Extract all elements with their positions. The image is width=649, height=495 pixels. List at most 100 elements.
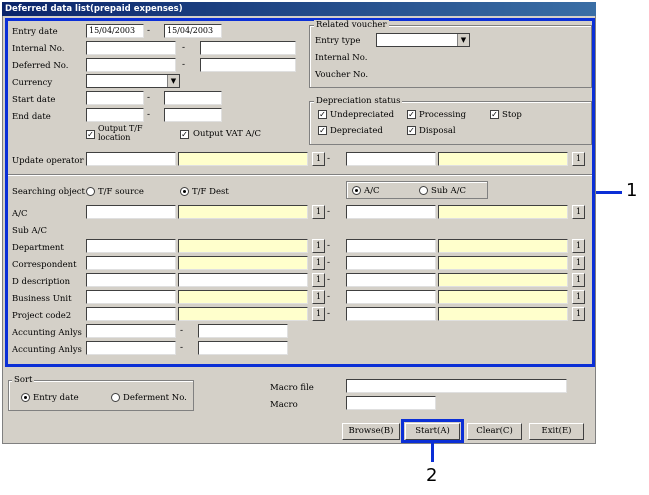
accounting-analysis-2-label: Accunting Anlys — [12, 345, 82, 355]
deferred-no-from-input[interactable] — [86, 58, 176, 72]
correspondent-label: Correspondent — [12, 260, 77, 270]
entry-date-label: Entry date — [12, 27, 58, 37]
stop-checkbox[interactable]: ✓ — [490, 110, 499, 119]
department-code-from[interactable] — [86, 239, 176, 253]
ac-lookup-from-button[interactable]: 1 — [312, 205, 325, 219]
d-description-name-from[interactable] — [178, 273, 308, 287]
project-code2-lookup-from-button[interactable]: 1 — [312, 307, 325, 321]
business-unit-code-to[interactable] — [346, 290, 436, 304]
accounting-analysis-2-to[interactable] — [198, 341, 288, 355]
end-date-from-input[interactable] — [86, 108, 144, 122]
disposal-label: Disposal — [419, 126, 456, 136]
internal-no-from-input[interactable] — [86, 41, 176, 55]
project-code2-code-to[interactable] — [346, 307, 436, 321]
ac-radio[interactable] — [352, 186, 361, 195]
ac-label: A/C — [12, 209, 28, 219]
department-code-to[interactable] — [346, 239, 436, 253]
project-code2-name-to — [438, 307, 568, 321]
d-description-lookup-from-button[interactable]: 1 — [312, 273, 325, 287]
entry-date-to-input[interactable]: 15/04/2003 — [164, 24, 222, 38]
d-description-label: D description — [12, 277, 71, 287]
chevron-down-icon: ▼ — [167, 75, 179, 87]
correspondent-lookup-to-button[interactable]: 1 — [572, 256, 585, 270]
accounting-analysis-1-dash: - — [180, 326, 184, 336]
ac-code-to[interactable] — [346, 205, 436, 219]
project-code2-code-from[interactable] — [86, 307, 176, 321]
deferred-no-dash: - — [182, 60, 186, 70]
end-date-to-input[interactable] — [164, 108, 222, 122]
d-description-code-from[interactable] — [86, 273, 176, 287]
tf-dest-radio[interactable] — [180, 187, 189, 196]
accounting-analysis-1-to[interactable] — [198, 324, 288, 338]
sort-entry-date-radio[interactable] — [21, 393, 30, 402]
start-button-highlight — [401, 419, 464, 443]
accounting-analysis-1-from[interactable] — [86, 324, 176, 338]
processing-checkbox[interactable]: ✓ — [407, 110, 416, 119]
macro-label: Macro — [270, 400, 298, 410]
sort-deferment-no-radio[interactable] — [111, 393, 120, 402]
update-operator-lookup-to-button[interactable]: 1 — [572, 152, 585, 166]
browse-button[interactable]: Browse(B) — [342, 423, 400, 440]
d-description-lookup-to-button[interactable]: 1 — [572, 273, 585, 287]
department-name-to — [438, 239, 568, 253]
d-description-name-to — [438, 273, 568, 287]
start-date-dash: - — [147, 93, 151, 103]
undepreciated-label: Undepreciated — [330, 110, 395, 120]
update-operator-name-to — [438, 152, 568, 166]
macro-input[interactable] — [346, 396, 436, 410]
accounting-analysis-1-label: Accunting Anlys — [12, 328, 82, 338]
tf-source-radio[interactable] — [86, 187, 95, 196]
business-unit-lookup-to-button[interactable]: 1 — [572, 290, 585, 304]
sort-title: Sort — [12, 375, 35, 385]
correspondent-lookup-from-button[interactable]: 1 — [312, 256, 325, 270]
depreciated-checkbox[interactable]: ✓ — [318, 126, 327, 135]
project-code2-lookup-to-button[interactable]: 1 — [572, 307, 585, 321]
business-unit-lookup-from-button[interactable]: 1 — [312, 290, 325, 304]
update-operator-code-to[interactable] — [346, 152, 436, 166]
d-description-code-to[interactable] — [346, 273, 436, 287]
ac-lookup-to-button[interactable]: 1 — [572, 205, 585, 219]
output-tf-location-checkbox[interactable]: ✓ — [86, 130, 95, 139]
end-date-label: End date — [12, 112, 51, 122]
currency-select[interactable]: ▼ — [86, 74, 180, 88]
deferred-no-label: Deferred No. — [12, 61, 69, 71]
macro-file-input[interactable] — [346, 379, 567, 393]
clear-button[interactable]: Clear(C) — [467, 423, 522, 440]
undepreciated-checkbox[interactable]: ✓ — [318, 110, 327, 119]
exit-button[interactable]: Exit(E) — [529, 423, 584, 440]
business-unit-dash: - — [327, 292, 331, 302]
callout-1-line — [596, 191, 622, 194]
entry-type-label: Entry type — [315, 36, 361, 46]
depreciated-label: Depreciated — [330, 126, 383, 136]
deferred-no-to-input[interactable] — [200, 58, 296, 72]
department-lookup-from-button[interactable]: 1 — [312, 239, 325, 253]
ac-code-from[interactable] — [86, 205, 176, 219]
sub-ac-radio-label: Sub A/C — [431, 186, 466, 196]
entry-type-select[interactable]: ▼ — [376, 33, 470, 47]
stop-label: Stop — [502, 110, 522, 120]
internal-no-to-input[interactable] — [200, 41, 296, 55]
correspondent-name-to — [438, 256, 568, 270]
business-unit-name-from — [178, 290, 308, 304]
update-operator-lookup-from-button[interactable]: 1 — [312, 152, 325, 166]
ac-name-to — [438, 205, 568, 219]
output-vat-ac-checkbox[interactable]: ✓ — [180, 130, 189, 139]
department-lookup-to-button[interactable]: 1 — [572, 239, 585, 253]
accounting-analysis-2-from[interactable] — [86, 341, 176, 355]
voucher-no-label: Voucher No. — [315, 70, 369, 80]
entry-date-from-input[interactable]: 15/04/2003 — [86, 24, 144, 38]
sub-ac-label: Sub A/C — [12, 226, 47, 236]
correspondent-code-from[interactable] — [86, 256, 176, 270]
update-operator-label: Update operator — [12, 156, 84, 166]
related-voucher-title: Related voucher — [314, 20, 389, 30]
depreciation-status-title: Depreciation status — [314, 96, 403, 106]
start-date-from-input[interactable] — [86, 91, 144, 105]
sub-ac-radio[interactable] — [419, 186, 428, 195]
start-date-to-input[interactable] — [164, 91, 222, 105]
business-unit-code-from[interactable] — [86, 290, 176, 304]
searching-object-label: Searching object — [12, 187, 85, 197]
correspondent-code-to[interactable] — [346, 256, 436, 270]
update-operator-code-from[interactable] — [86, 152, 176, 166]
correspondent-name-from — [178, 256, 308, 270]
disposal-checkbox[interactable]: ✓ — [407, 126, 416, 135]
